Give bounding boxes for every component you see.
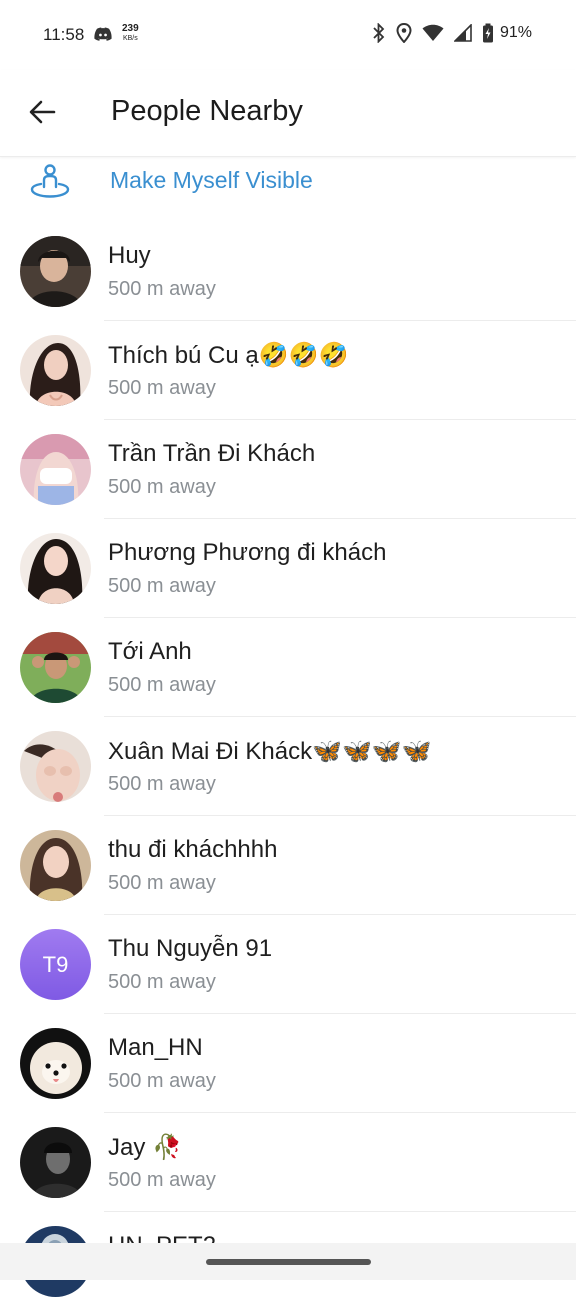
- status-time: 11:58: [43, 25, 85, 44]
- person-name: Thích bú Cu ạ🤣🤣🤣: [108, 342, 349, 369]
- system-navigation-bar: [0, 1243, 576, 1280]
- list-item[interactable]: Phương Phương đi khách 500 m away: [0, 519, 576, 618]
- speed-unit: KB/s: [122, 35, 138, 42]
- list-item[interactable]: Xuân Mai Đi Kháck🦋🦋🦋🦋 500 m away: [0, 717, 576, 816]
- avatar: [20, 830, 91, 901]
- person-distance: 500 m away: [108, 1070, 216, 1092]
- person-distance: 500 m away: [108, 377, 216, 399]
- list-item[interactable]: Thích bú Cu ạ🤣🤣🤣 500 m away: [0, 321, 576, 420]
- list-item[interactable]: Huy 500 m away: [0, 222, 576, 321]
- battery-percentage: 91%: [499, 24, 532, 41]
- people-list: Huy 500 m away Thích bú Cu ạ🤣🤣🤣 500 m aw…: [0, 222, 576, 1311]
- speed-value: 239: [122, 23, 139, 34]
- person-name: Tới Anh: [108, 638, 192, 665]
- person-name: Trần Trần Đi Khách: [108, 440, 316, 467]
- person-distance: 500 m away: [108, 278, 216, 300]
- discord-icon: [94, 27, 112, 41]
- status-icons: 91%: [372, 23, 532, 43]
- list-item[interactable]: Tới Anh 500 m away: [0, 618, 576, 717]
- home-gesture-handle[interactable]: [206, 1259, 371, 1265]
- person-distance: 500 m away: [108, 476, 216, 498]
- app-bar: People Nearby: [0, 70, 576, 157]
- person-distance: 500 m away: [108, 575, 216, 597]
- person-name: Jay 🥀: [108, 1134, 182, 1161]
- avatar: [20, 1127, 91, 1198]
- person-name: Huy: [108, 242, 151, 269]
- person-name: Thu Nguyễn 91: [108, 935, 273, 962]
- list-item[interactable]: T9 Thu Nguyễn 91 500 m away: [0, 915, 576, 1014]
- avatar: [20, 731, 91, 802]
- person-name: Phương Phương đi khách: [108, 539, 387, 566]
- avatar: [20, 434, 91, 505]
- make-myself-visible-button[interactable]: Make Myself Visible: [0, 157, 576, 209]
- signal-icon: [453, 24, 472, 42]
- location-person-icon: [30, 164, 70, 198]
- bluetooth-icon: [373, 23, 385, 43]
- person-distance: 500 m away: [108, 773, 216, 795]
- person-name: Xuân Mai Đi Kháck🦋🦋🦋🦋: [108, 738, 432, 765]
- make-myself-visible-label: Make Myself Visible: [110, 167, 313, 193]
- avatar: [20, 236, 91, 307]
- avatar: [20, 632, 91, 703]
- avatar: [20, 335, 91, 406]
- network-speed: 239 KB/s: [122, 24, 139, 44]
- list-item[interactable]: Jay 🥀 500 m away: [0, 1113, 576, 1212]
- wifi-icon: [422, 24, 444, 41]
- location-icon: [396, 23, 412, 43]
- person-distance: 500 m away: [108, 971, 216, 993]
- status-bar: 11:58 239 KB/s 91%: [0, 0, 576, 70]
- person-name: thu đi kháchhhh: [108, 836, 278, 863]
- person-distance: 500 m away: [108, 1169, 216, 1191]
- list-item[interactable]: Trần Trần Đi Khách 500 m away: [0, 420, 576, 519]
- initials-avatar: T9: [20, 929, 91, 1000]
- page-title: People Nearby: [111, 95, 303, 127]
- person-distance: 500 m away: [108, 674, 216, 696]
- list-item[interactable]: Man_HN 500 m away: [0, 1014, 576, 1113]
- person-name: Man_HN: [108, 1034, 203, 1061]
- list-item[interactable]: thu đi kháchhhh 500 m away: [0, 816, 576, 915]
- avatar: [20, 533, 91, 604]
- battery-icon: [482, 23, 493, 43]
- back-arrow-icon[interactable]: [26, 95, 60, 129]
- person-distance: 500 m away: [108, 872, 216, 894]
- avatar: [20, 1028, 91, 1099]
